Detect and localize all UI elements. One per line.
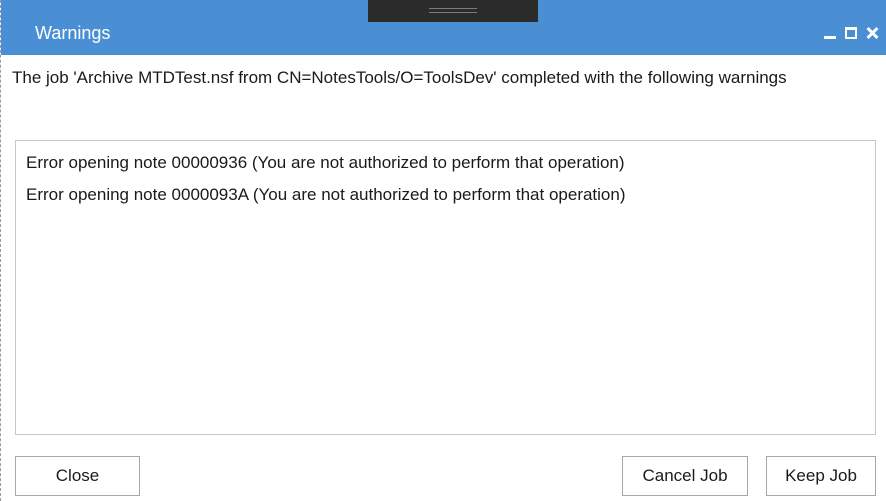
close-button[interactable]: Close xyxy=(15,456,140,496)
title-bar[interactable]: Warnings xyxy=(1,0,886,55)
window-controls xyxy=(823,23,879,43)
list-item[interactable]: Error opening note 00000936 (You are not… xyxy=(26,147,865,179)
list-item[interactable]: Error opening note 0000093A (You are not… xyxy=(26,179,865,211)
warnings-list[interactable]: Error opening note 00000936 (You are not… xyxy=(15,140,876,435)
dialog-title: Warnings xyxy=(35,23,111,43)
drag-handle[interactable] xyxy=(368,0,538,22)
job-message: The job 'Archive MTDTest.nsf from CN=Not… xyxy=(12,68,787,87)
maximize-icon[interactable] xyxy=(845,27,857,39)
minimize-icon[interactable] xyxy=(823,26,837,40)
keep-job-button[interactable]: Keep Job xyxy=(766,456,876,496)
grip-icon xyxy=(429,8,477,13)
cancel-job-button[interactable]: Cancel Job xyxy=(622,456,748,496)
close-icon[interactable] xyxy=(865,26,879,40)
warnings-dialog: Warnings The job 'Archive MTDTest.nsf fr… xyxy=(0,0,886,501)
